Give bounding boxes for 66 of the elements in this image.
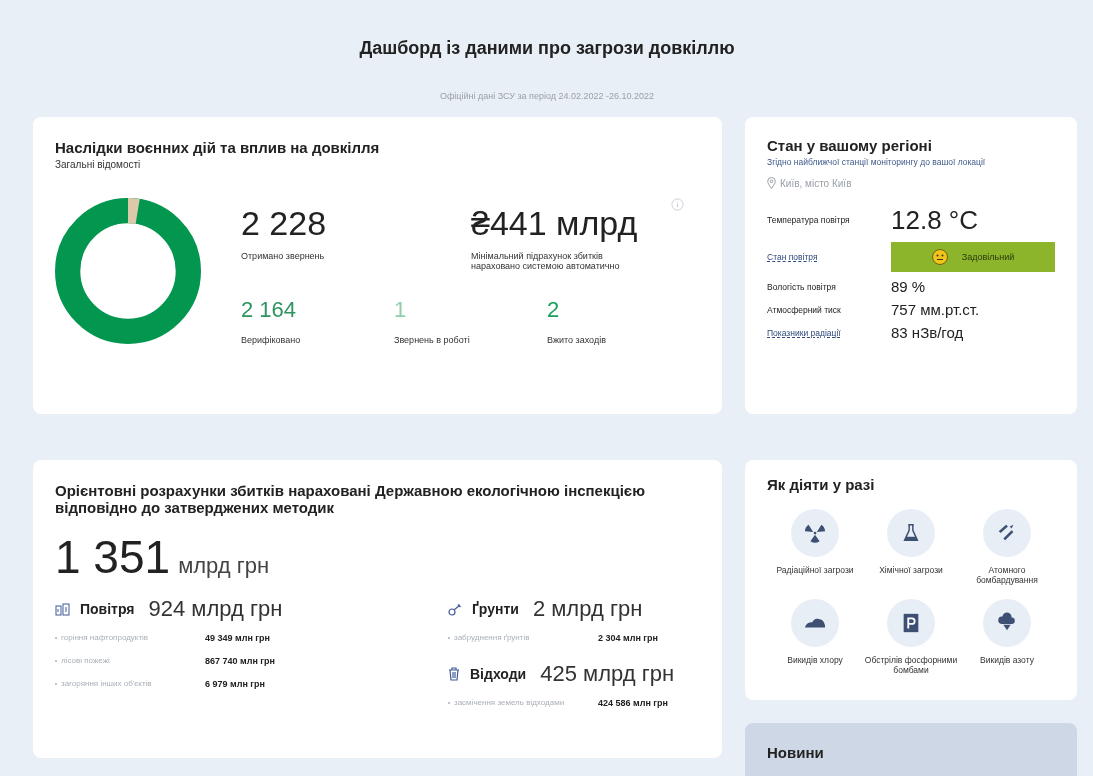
metric-label: Вологість повітря — [767, 281, 836, 292]
stat-label: Вжито заходів — [547, 335, 607, 345]
card-title: Стан у вашому регіоні — [767, 137, 933, 154]
threat-link[interactable]: Обстрілів фосфорними бомбами — [863, 655, 959, 675]
damage-item-label: забруднення ґрунтів — [454, 633, 530, 642]
location-pin-icon — [767, 177, 776, 189]
card-subtitle: Згідно найближчої станції моніторингу до вашої локації — [767, 157, 987, 167]
air-quality-status: Задовільний — [961, 252, 1015, 262]
stat-label: Верифіковано — [241, 335, 302, 345]
info-link[interactable]: Стан повітря — [767, 252, 818, 262]
icon-circle[interactable] — [791, 509, 839, 557]
category-amount: 425 млрд грн — [540, 661, 675, 687]
metric-label: Температура повітря — [767, 215, 850, 225]
damage-item-label: загоряння інших об'єктів — [61, 679, 152, 688]
total-damage-unit: млрд грн — [178, 553, 270, 579]
requests-count: 2 228 — [241, 204, 327, 243]
category-amount: 924 млрд грн — [148, 596, 283, 622]
damage-item-value: 424 586 млн грн — [598, 697, 670, 708]
stat-label: Звернень в роботі — [394, 335, 471, 345]
icon-circle[interactable] — [791, 599, 839, 647]
icon-circle[interactable] — [983, 599, 1031, 647]
stat-value: 2 164 — [241, 297, 297, 323]
threat-link[interactable]: Хімічної загрози — [879, 565, 943, 575]
info-link[interactable]: Показники радіації — [767, 327, 841, 338]
dashboard-title: Дашборд із даними про загрози довкіллю — [359, 38, 735, 59]
news-title: Новини — [767, 744, 825, 761]
card-title: Наслідки воєнних дій та вплив на довкілля — [55, 139, 381, 156]
metric-value: 757 мм.рт.ст. — [891, 301, 981, 318]
icon-circle[interactable] — [887, 509, 935, 557]
cloud-icon — [804, 618, 826, 628]
smiley-icon — [931, 249, 948, 265]
damage-item-value: 6 979 млн грн — [205, 678, 267, 689]
damage-item-label: горіння нафтопродуктів — [61, 633, 149, 642]
card-title: Орієнтовні розрахунки збитків нараховані Державною екологічною інспекцією відповідно до затверджених методик — [55, 482, 646, 516]
damage-amount: ₴441 млрд — [471, 204, 638, 243]
buildings-icon — [55, 602, 70, 616]
threat-link[interactable]: Радіаційної загрози — [776, 565, 854, 575]
trash-icon — [448, 667, 460, 681]
damage-item-value: 49 349 млн грн — [205, 632, 272, 643]
metric-label: Атмосферний тиск — [767, 304, 841, 315]
icon-circle[interactable] — [887, 599, 935, 647]
threat-link[interactable]: Викидів хлору — [787, 655, 843, 665]
requests-label: Отримано звернень — [241, 251, 326, 261]
stat-value: 2 — [547, 297, 560, 323]
damage-item-label: лісові пожежі — [61, 656, 110, 665]
category-amount: 2 млрд грн — [532, 596, 643, 622]
damage-item-label: засмічення земель відходами — [454, 698, 565, 707]
threat-link[interactable]: Викидів азоту — [980, 655, 1034, 665]
threat-link[interactable]: Атомного бомбардування — [959, 565, 1055, 585]
temperature-value: 12.8 °C — [891, 204, 979, 236]
category-name: Ґрунти — [472, 601, 519, 617]
damage-item-value: 867 740 млн грн — [205, 655, 277, 666]
metric-value: 83 нЗв/год — [891, 324, 965, 341]
icon-circle[interactable] — [983, 509, 1031, 557]
stat-value: 1 — [394, 297, 407, 323]
card-subtitle: Загальні відомості — [55, 159, 142, 170]
location-text: Київ, місто Київ — [780, 177, 852, 189]
metric-value: 89 % — [891, 278, 927, 295]
category-name: Відходи — [470, 666, 527, 682]
card-title: Як діяти у разі — [767, 476, 876, 493]
damage-note: Мінімальний підрахунок збитків нараховано системою автоматично — [471, 251, 621, 271]
damage-item-value: 2 304 млн грн — [598, 632, 660, 643]
total-damage-value: 1 351 — [55, 530, 171, 584]
radiation-icon — [804, 522, 826, 544]
period-note: Офіційні дані ЗСУ за період 24.02.2022 -26.10.2022 — [439, 91, 655, 101]
category-name: Повітря — [80, 601, 135, 617]
